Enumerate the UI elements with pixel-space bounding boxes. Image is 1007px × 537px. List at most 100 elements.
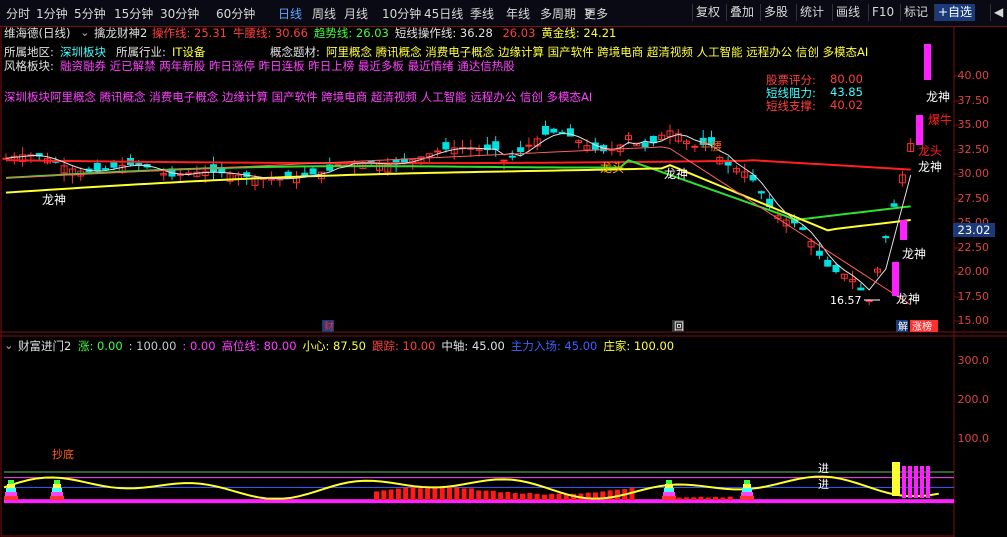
legend-item-0: 涨: 0.00 xyxy=(78,339,123,353)
legend-item-4: 26.03 xyxy=(498,26,536,40)
red-bar-17 xyxy=(498,492,504,500)
red-bar-25 xyxy=(556,493,562,500)
magenta-bar-3 xyxy=(920,466,924,498)
longshen-label-1: 龙神 xyxy=(42,193,66,207)
toolbar-button-4[interactable]: 画线 xyxy=(832,4,863,21)
score-value: 80.00 xyxy=(830,72,863,86)
longshen-label-6: 龙神 xyxy=(896,292,920,306)
period-tab-0[interactable]: 分时 xyxy=(6,5,30,22)
price-tick-10: 15.00 xyxy=(957,314,990,327)
period-tab-9[interactable]: 10分钟 xyxy=(382,5,421,22)
price-tick-8: 20.00 xyxy=(957,265,990,278)
sub-tick-0: 300.0 xyxy=(957,354,990,367)
collapse-icon[interactable]: ⌄ xyxy=(80,25,90,39)
candle-body-37 xyxy=(309,168,317,175)
price-tick-3: 32.50 xyxy=(957,142,990,156)
jin-label: 进 xyxy=(818,462,829,475)
toolbar-button-6[interactable]: 标记 xyxy=(900,4,931,21)
toolbar-button-7[interactable]: +自选 xyxy=(934,4,976,21)
price-tick-4: 30.00 xyxy=(957,167,990,180)
stripe-3-0 xyxy=(740,496,754,500)
toolbar: 分时 1分钟 5分钟 15分钟 30分钟 60分钟 日线 周线 月线 10分钟 45日线 季线 年线 多周… xyxy=(0,0,1007,27)
candle-body-13 xyxy=(110,162,118,168)
candle-body-77 xyxy=(641,142,649,148)
red-bar-22 xyxy=(534,493,540,500)
more-arrow-icon[interactable]: > xyxy=(584,5,594,19)
toolbar-button-1[interactable]: 叠加 xyxy=(726,4,757,21)
red-bar-11 xyxy=(454,487,460,500)
period-tab-7[interactable]: 周线 xyxy=(312,5,336,22)
red-bar-b5 xyxy=(698,496,704,500)
legend-item-0: 操作线: 25.31 xyxy=(152,26,227,40)
candle-body-63 xyxy=(525,144,533,147)
candle-body-11 xyxy=(93,162,101,172)
price-tick-1: 37.50 xyxy=(957,93,990,107)
candle-body-12 xyxy=(102,168,110,171)
period-tab-1[interactable]: 1分钟 xyxy=(36,5,68,22)
stripe-1-4 xyxy=(54,480,60,484)
red-bar-12 xyxy=(461,488,467,500)
legend-item-5: 跟踪: 10.00 xyxy=(371,339,436,353)
price-tick-9: 17.50 xyxy=(957,289,990,303)
red-bar-b9 xyxy=(727,496,733,500)
red-bar-b6 xyxy=(705,497,711,500)
sub-collapse-icon[interactable]: ⌄ xyxy=(4,338,14,352)
red-bar-23 xyxy=(541,494,547,500)
period-tab-6[interactable]: 日线 xyxy=(278,5,302,22)
red-bar-5 xyxy=(410,487,416,500)
style-value: 融资融券 近已解禁 两年新股 昨日涨停 昨日连板 昨日上榜 最近多板 最近情绪 … xyxy=(60,59,515,73)
zhuang-bar xyxy=(892,462,900,496)
legend-item-2: : 0.00 xyxy=(182,339,216,353)
niuyao-label: 牛腰 xyxy=(700,139,722,153)
stripe-0-0 xyxy=(4,496,18,500)
period-tab-13[interactable]: 多周期 xyxy=(540,5,576,22)
red-bar-13 xyxy=(468,488,474,500)
candle-body-53 xyxy=(442,142,450,150)
stripe-2-0 xyxy=(662,496,676,500)
jin-label-2: 进 xyxy=(818,478,829,491)
candle-body-60 xyxy=(500,159,508,162)
toolbar-button-2[interactable]: 多股 xyxy=(760,4,791,21)
longshen-label-3: 龙神 xyxy=(926,90,950,104)
period-tab-12[interactable]: 年线 xyxy=(506,5,530,22)
red-bar-1 xyxy=(381,490,387,500)
red-bar-24 xyxy=(549,493,555,500)
toolbar-button-5[interactable]: F10 xyxy=(868,4,897,21)
red-bar-8 xyxy=(432,486,438,500)
spike-3 xyxy=(900,220,907,240)
period-tab-10[interactable]: 45日线 xyxy=(424,5,463,22)
candle-body-107 xyxy=(890,203,898,207)
spike-4 xyxy=(892,262,899,296)
legend-item-4: 小心: 87.50 xyxy=(302,339,366,353)
toolbar-button-3[interactable]: 统计 xyxy=(796,4,827,21)
red-bar-4 xyxy=(403,487,409,500)
resistance-value: 43.85 xyxy=(830,85,863,99)
period-tab-11[interactable]: 季线 xyxy=(470,5,494,22)
price-tick-5: 27.50 xyxy=(957,191,990,205)
period-tab-5[interactable]: 60分钟 xyxy=(216,5,255,22)
period-tab-2[interactable]: 5分钟 xyxy=(74,5,106,22)
red-bar-19 xyxy=(512,493,518,500)
red-bar-20 xyxy=(520,493,525,500)
magenta-bar-0 xyxy=(902,466,906,498)
concept-repeat-line: 深圳板块阿里概念 腾讯概念 消费电子概念 边缘计算 国产软件 跨境电商 超清视频… xyxy=(4,90,593,104)
period-tab-8[interactable]: 月线 xyxy=(344,5,368,22)
sub-indicator-name[interactable]: 财富进门2 xyxy=(18,338,71,354)
spike-1 xyxy=(924,44,931,80)
back-arrow-icon[interactable]: ◀ xyxy=(990,4,1006,21)
longshen-label-2: 龙神 xyxy=(664,167,688,181)
stripe-2-3 xyxy=(665,484,673,488)
price-tick-2: 35.00 xyxy=(957,118,990,131)
toolbar-button-0[interactable]: 复权 xyxy=(692,4,723,21)
sub-tick-2: 100.0 xyxy=(957,432,990,445)
legend-item-8: 庄家: 100.00 xyxy=(603,339,675,353)
indicator-name[interactable]: 擒龙财神2 xyxy=(94,25,147,41)
candle-body-87 xyxy=(724,161,732,166)
period-tab-4[interactable]: 30分钟 xyxy=(160,5,199,22)
red-bar-b8 xyxy=(720,497,726,500)
candle-body-59 xyxy=(492,141,500,150)
longshen-label-5: 龙神 xyxy=(902,247,926,261)
period-tab-3[interactable]: 15分钟 xyxy=(114,5,153,22)
red-bar-6 xyxy=(417,488,423,500)
stripe-0-2 xyxy=(6,488,16,492)
